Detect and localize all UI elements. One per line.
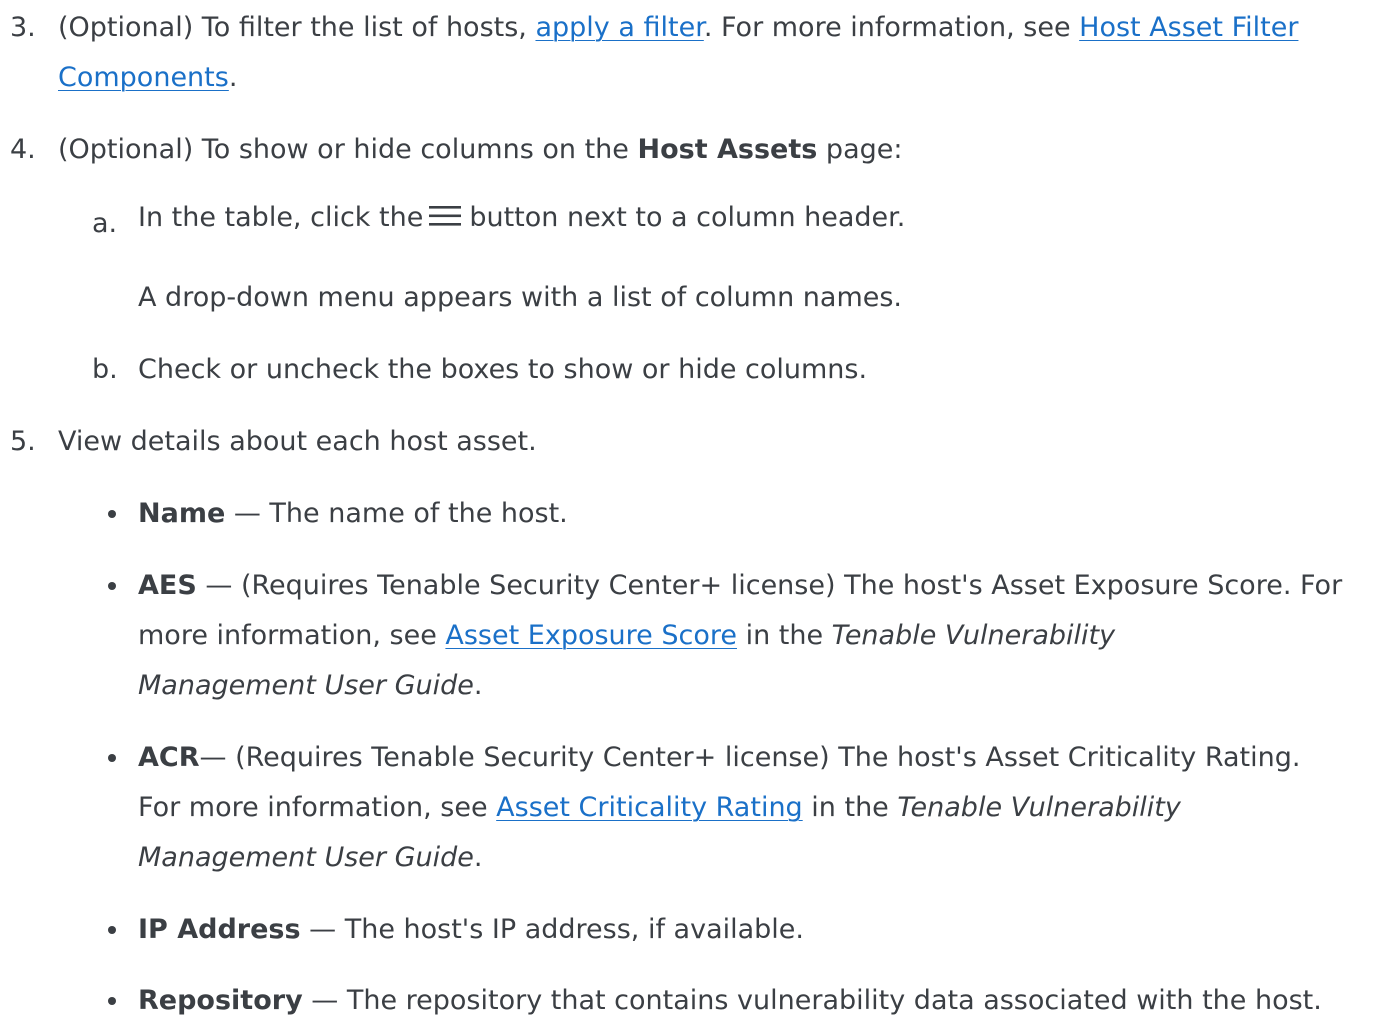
bullet-dot <box>108 926 116 934</box>
acr-period: . <box>473 842 483 873</box>
aes-period: . <box>473 670 483 701</box>
step-3-line-2: Components. <box>58 53 237 103</box>
host-assets-page-name: Host Assets <box>637 134 818 165</box>
term-aes: AES <box>138 570 197 601</box>
acr-in-the: in the <box>802 792 898 823</box>
desc-name: — The name of the host. <box>225 498 568 529</box>
step-3-text-2: . For more information, see <box>703 12 1080 43</box>
apply-filter-link[interactable]: apply a filter <box>535 12 703 43</box>
bullet-dot <box>108 510 116 518</box>
aes-guide-title: Tenable Vulnerability <box>831 620 1116 651</box>
bullet-acr-line-1: ACR— (Requires Tenable Security Center+ … <box>138 733 1300 783</box>
acr-guide-title-cont: Management User Guide <box>138 842 474 873</box>
aes-guide-title-cont: Management User Guide <box>138 670 474 701</box>
step-number-3: 3. <box>10 12 36 43</box>
step-3-line-1: (Optional) To filter the list of hosts, … <box>58 3 1298 53</box>
bullet-dot <box>108 754 116 762</box>
bullet-ip-address: IP Address — The host's IP address, if a… <box>138 905 804 955</box>
step-number-4: 4. <box>10 134 36 165</box>
aes-in-the: in the <box>736 620 832 651</box>
bullet-aes-line-3: Management User Guide. <box>138 661 482 711</box>
host-asset-filter-components-link[interactable]: Host Asset Filter <box>1079 12 1298 43</box>
substep-a-text-2: button next to a column header. <box>469 202 906 233</box>
bullet-acr-line-3: Management User Guide. <box>138 833 482 883</box>
host-asset-filter-components-link-cont[interactable]: Components <box>58 62 229 93</box>
desc-acr: — (Requires Tenable Security Center+ lic… <box>199 742 1301 773</box>
substep-b-text: Check or uncheck the boxes to show or hi… <box>138 354 868 385</box>
substep-label-a: a. <box>92 208 118 239</box>
term-repository: Repository <box>138 985 303 1016</box>
step-number-5: 5. <box>10 426 36 457</box>
asset-criticality-rating-link[interactable]: Asset Criticality Rating <box>496 792 803 823</box>
asset-exposure-score-link[interactable]: Asset Exposure Score <box>445 620 737 651</box>
bullet-name: Name — The name of the host. <box>138 489 568 539</box>
aes-more-info: more information, see <box>138 620 446 651</box>
step-4-text-2: page: <box>817 134 903 165</box>
desc-repository: — The repository that contains vulnerabi… <box>302 985 1322 1016</box>
acr-more-info: For more information, see <box>138 792 497 823</box>
term-acr: ACR <box>138 742 200 773</box>
substep-label-b: b. <box>92 354 118 385</box>
term-name: Name <box>138 498 226 529</box>
acr-guide-title: Tenable Vulnerability <box>897 792 1181 823</box>
substep-a-note: A drop-down menu appears with a list of … <box>138 282 903 313</box>
bullet-repository: Repository — The repository that contain… <box>138 976 1322 1026</box>
desc-aes: — (Requires Tenable Security Center+ lic… <box>196 570 1343 601</box>
bullet-acr-line-2: For more information, see Asset Critical… <box>138 783 1181 833</box>
substep-a-line: In the table, click the button next to a… <box>138 193 905 243</box>
substep-a-text: In the table, click the <box>138 202 424 233</box>
hamburger-menu-icon <box>429 206 462 226</box>
term-ip-address: IP Address <box>138 914 301 945</box>
step-4-text: (Optional) To show or hide columns on th… <box>58 134 638 165</box>
step-4-line: (Optional) To show or hide columns on th… <box>58 125 902 175</box>
step-3-period: . <box>228 62 238 93</box>
bullet-dot <box>108 997 116 1005</box>
step-5-text: View details about each host asset. <box>58 426 537 457</box>
desc-ip-address: — The host's IP address, if available. <box>300 914 804 945</box>
bullet-aes-line-1: AES — (Requires Tenable Security Center+… <box>138 561 1342 611</box>
step-3-text: (Optional) To filter the list of hosts, <box>58 12 536 43</box>
bullet-dot <box>108 582 116 590</box>
bullet-aes-line-2: more information, see Asset Exposure Sco… <box>138 611 1115 661</box>
